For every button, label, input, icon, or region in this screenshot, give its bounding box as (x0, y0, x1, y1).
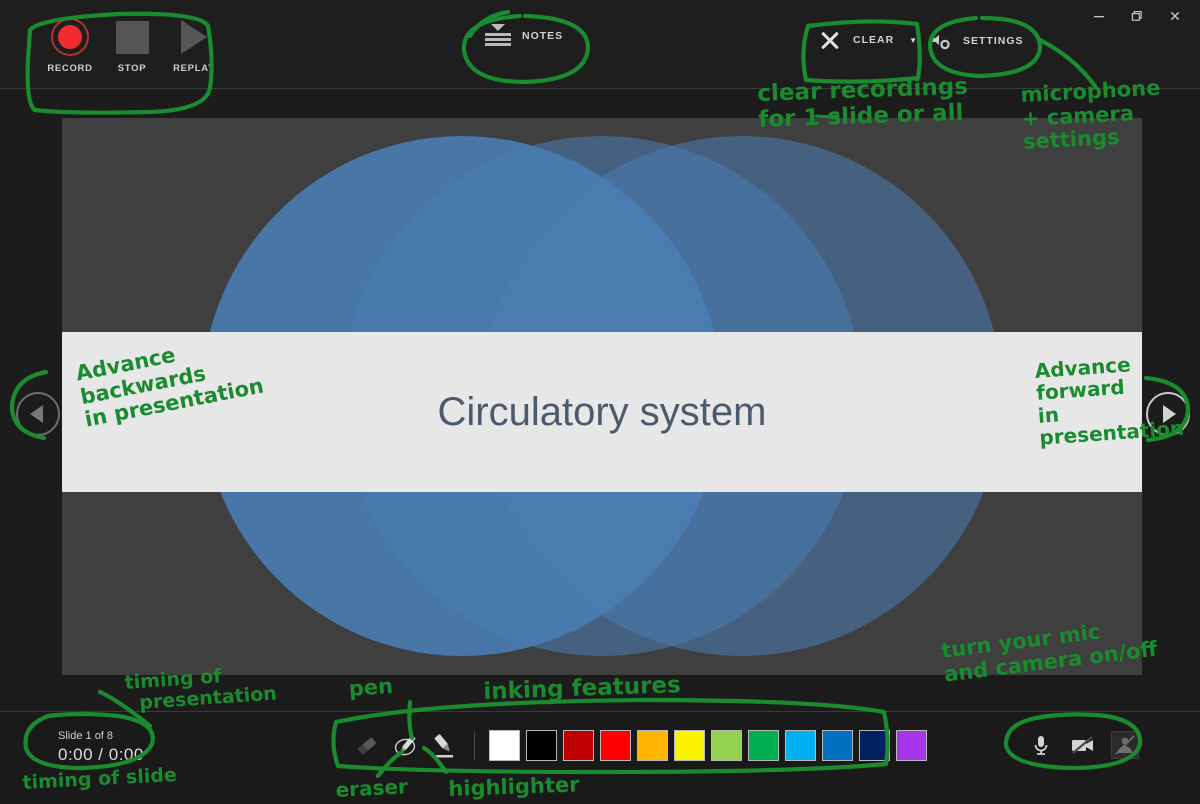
top-toolbar: RECORD STOP REPLAY NOTES CLEAR ▼ SETTING… (0, 0, 1200, 89)
pen-icon (394, 734, 416, 755)
close-x-icon (820, 30, 840, 50)
notes-icon (485, 24, 511, 48)
highlighter-icon (434, 733, 453, 757)
clear-label: CLEAR (853, 34, 895, 46)
replay-button[interactable]: REPLAY (168, 16, 220, 74)
microphone-icon (1034, 736, 1048, 755)
clear-button[interactable]: CLEAR ▼ (820, 30, 917, 50)
color-swatch-white[interactable] (489, 730, 520, 761)
color-swatch-list (489, 730, 927, 761)
color-swatch-red[interactable] (600, 730, 631, 761)
record-button[interactable]: RECORD (44, 16, 96, 74)
color-swatch-dark-red[interactable] (563, 730, 594, 761)
inking-toolbar (352, 730, 927, 761)
color-swatch-cyan[interactable] (785, 730, 816, 761)
camera-button[interactable] (1069, 731, 1097, 759)
slide-stage[interactable]: Circulatory system (62, 118, 1142, 675)
notes-button[interactable]: NOTES (485, 24, 563, 48)
settings-label: SETTINGS (963, 35, 1024, 47)
restore-icon[interactable] (1118, 4, 1156, 28)
toolbar-divider (474, 731, 475, 760)
window-controls (1080, 4, 1194, 28)
eraser-tool-button[interactable] (352, 731, 382, 761)
page-title: Circulatory system (437, 389, 767, 434)
stop-button[interactable]: STOP (106, 16, 158, 74)
app-window: RECORD STOP REPLAY NOTES CLEAR ▼ SETTING… (0, 0, 1200, 804)
color-swatch-blue[interactable] (822, 730, 853, 761)
close-icon[interactable] (1156, 4, 1194, 28)
chevron-down-icon: ▼ (909, 35, 918, 45)
microphone-button[interactable] (1027, 731, 1055, 759)
recording-controls: RECORD STOP REPLAY (44, 16, 220, 74)
color-swatch-black[interactable] (526, 730, 557, 761)
media-controls (1027, 731, 1139, 759)
notes-label: NOTES (522, 30, 564, 42)
pen-tool-button[interactable] (391, 731, 421, 761)
color-swatch-green[interactable] (748, 730, 779, 761)
minimize-icon[interactable] (1080, 4, 1118, 28)
color-swatch-light-green[interactable] (711, 730, 742, 761)
settings-button[interactable]: SETTINGS ▼ (930, 30, 1044, 52)
bottom-toolbar: Slide 1 of 8 0:00 / 0:00 (0, 711, 1200, 804)
chevron-left-icon (30, 405, 43, 423)
stop-icon (115, 16, 149, 58)
stop-label: STOP (117, 63, 147, 74)
slide-title-band: Circulatory system (62, 332, 1142, 492)
next-slide-button[interactable] (1146, 392, 1190, 436)
color-swatch-purple[interactable] (896, 730, 927, 761)
color-swatch-navy[interactable] (859, 730, 890, 761)
chevron-right-icon (1163, 405, 1176, 423)
record-label: RECORD (47, 63, 93, 74)
highlighter-tool-button[interactable] (430, 731, 460, 761)
color-swatch-yellow[interactable] (674, 730, 705, 761)
previous-slide-button[interactable] (16, 392, 60, 436)
mic-gear-icon (930, 30, 952, 52)
ink-underline-one (814, 114, 840, 118)
chevron-down-icon: ▼ (1036, 36, 1045, 46)
annotation-pen-note: pen (347, 673, 394, 701)
camera-off-icon (1072, 736, 1093, 754)
eraser-icon (358, 737, 376, 754)
play-icon (181, 16, 207, 58)
timer-readout: 0:00 / 0:00 (58, 745, 144, 764)
slide-status: Slide 1 of 8 0:00 / 0:00 (58, 730, 144, 765)
replay-label: REPLAY (173, 63, 215, 74)
slide-counter: Slide 1 of 8 (58, 730, 114, 742)
color-swatch-orange[interactable] (637, 730, 668, 761)
record-icon (51, 16, 89, 58)
person-icon (1115, 735, 1135, 755)
annotation-inking-note: inking features (482, 672, 682, 705)
camera-preview-button[interactable] (1111, 731, 1139, 759)
